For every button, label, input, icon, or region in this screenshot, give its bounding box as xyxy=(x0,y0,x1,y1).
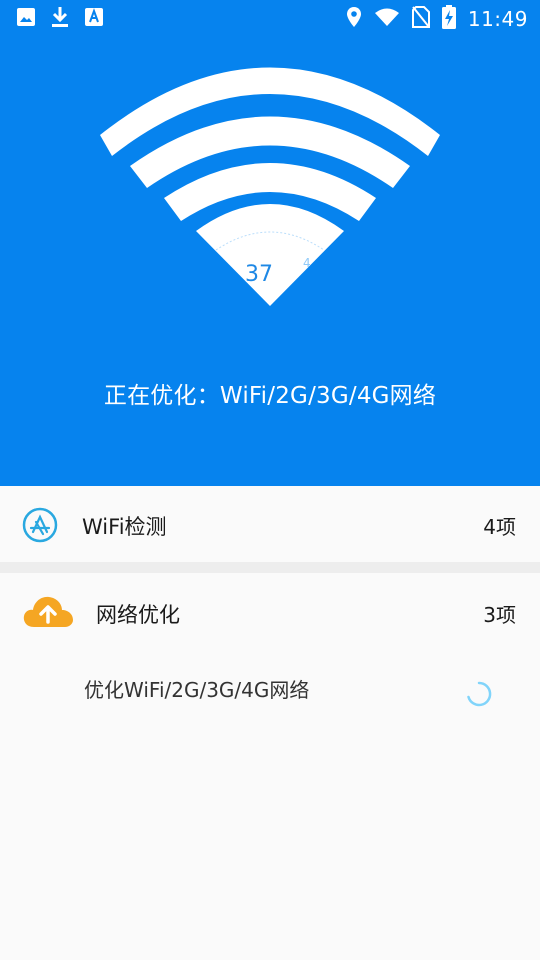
section-wifi-detect[interactable]: WiFi检测 4项 xyxy=(0,486,540,562)
hero-panel: 11:49 37 4 正在优化：WiFi/2G/3G/4G网络 xyxy=(0,0,540,486)
no-sim-icon xyxy=(411,6,430,32)
battery-charging-icon xyxy=(441,5,456,33)
optimization-status: 正在优化：WiFi/2G/3G/4G网络 xyxy=(103,383,437,409)
location-icon xyxy=(346,6,362,32)
status-bar: 11:49 xyxy=(0,0,540,36)
section-divider xyxy=(0,562,540,573)
clock: 11:49 xyxy=(467,7,528,31)
section-network-optimize[interactable]: 网络优化 3项 xyxy=(0,573,540,653)
cloud-upload-icon xyxy=(22,593,74,633)
sub-item-optimize-networks: 优化WiFi/2G/3G/4G网络 xyxy=(84,678,310,702)
loading-spinner-icon xyxy=(466,681,492,707)
font-a-icon xyxy=(84,7,104,31)
gauge-value: 37 xyxy=(245,262,273,287)
section-count: 3项 xyxy=(483,603,516,627)
app-store-icon xyxy=(22,507,58,547)
gauge-side-value: 4 xyxy=(303,256,311,270)
wifi-icon xyxy=(374,7,400,31)
download-icon xyxy=(50,6,70,32)
image-icon xyxy=(16,7,36,31)
section-title: 网络优化 xyxy=(96,603,180,627)
section-count: 4项 xyxy=(483,515,516,539)
section-title: WiFi检测 xyxy=(82,515,167,539)
